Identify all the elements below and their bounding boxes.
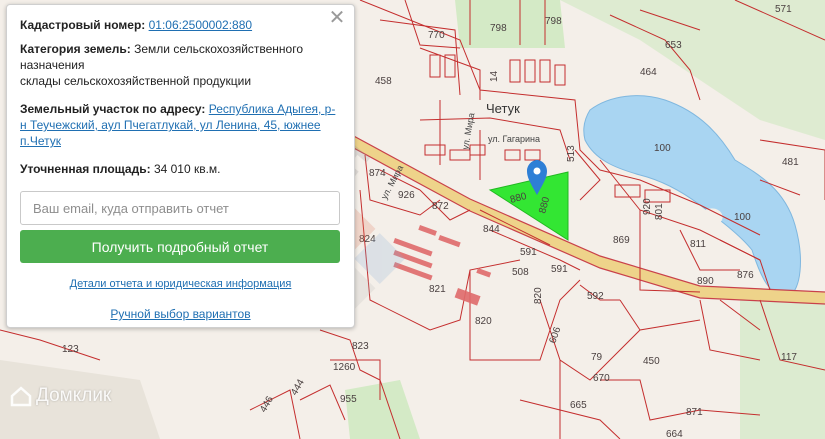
- domclick-logo: Домклик: [10, 383, 111, 409]
- parcel-number: 926: [398, 190, 415, 201]
- parcel-number: 770: [428, 30, 445, 41]
- report-details-link[interactable]: Детали отчета и юридическая информация: [7, 278, 354, 290]
- manual-selection-link[interactable]: Ручной выбор вариантов: [7, 307, 354, 321]
- email-field[interactable]: [20, 191, 340, 225]
- parcel-number: 100: [734, 212, 751, 223]
- area-value: 34 010 кв.м.: [153, 162, 221, 176]
- parcel-number: 801: [654, 203, 665, 220]
- cadastral-number-link[interactable]: 01:06:2500002:880: [149, 18, 252, 32]
- area-label: Уточненная площадь:: [20, 162, 151, 176]
- parcel-number: 871: [686, 407, 703, 418]
- parcel-number: 823: [352, 341, 369, 352]
- brand-name: Домклик: [36, 385, 112, 406]
- parcel-number: 890: [697, 276, 714, 287]
- parcel-number: 117: [781, 352, 797, 363]
- house-icon: [10, 386, 32, 407]
- category-label: Категория земель:: [20, 42, 131, 56]
- street-name: ул. Гагарина: [488, 134, 540, 144]
- parcel-number: 508: [512, 267, 529, 278]
- parcel-number: 571: [775, 4, 792, 15]
- get-report-button[interactable]: Получить подробный отчет: [20, 230, 340, 263]
- parcel-number: 450: [643, 356, 660, 367]
- address-label: Земельный участок по адресу:: [20, 102, 206, 116]
- parcel-number: 844: [483, 224, 500, 235]
- category-use: склады сельскохозяйственной продукции: [20, 74, 252, 88]
- parcel-number: 481: [782, 157, 799, 168]
- place-name: Четук: [486, 101, 520, 116]
- parcel-number: 458: [375, 76, 392, 87]
- parcel-number: 1260: [333, 362, 356, 373]
- parcel-number: 653: [665, 40, 682, 51]
- parcel-number: 14: [489, 70, 500, 82]
- parcel-number: 811: [690, 239, 706, 250]
- parcel-number: 798: [545, 16, 562, 27]
- parcel-number: 664: [666, 429, 683, 439]
- parcel-number: 79: [591, 352, 603, 363]
- parcel-number: 123: [62, 344, 79, 355]
- parcel-number: 464: [640, 67, 657, 78]
- parcel-number: 869: [613, 235, 630, 246]
- parcel-info-card: ✕ Кадастровый номер: 01:06:2500002:880 К…: [6, 4, 355, 328]
- address-row: Земельный участок по адресу: Республика …: [20, 101, 340, 149]
- area-row: Уточненная площадь: 34 010 кв.м.: [20, 161, 340, 177]
- parcel-number: 876: [737, 270, 754, 281]
- parcel-number: 665: [570, 400, 587, 411]
- category-row: Категория земель: Земли сельскохозяйстве…: [20, 41, 340, 89]
- parcel-number: 513: [566, 145, 577, 162]
- cadastral-row: Кадастровый номер: 01:06:2500002:880: [20, 17, 340, 33]
- parcel-number: 820: [475, 316, 492, 327]
- parcel-number: 920: [642, 198, 653, 215]
- parcel-number: 592: [587, 291, 604, 302]
- parcel-number: 591: [551, 264, 568, 275]
- cadastral-label: Кадастровый номер:: [20, 18, 146, 32]
- parcel-number: 955: [340, 394, 357, 405]
- parcel-number: 821: [429, 284, 446, 295]
- parcel-number: 824: [359, 234, 376, 245]
- parcel-number: 798: [490, 23, 507, 34]
- parcel-number: 670: [593, 373, 610, 384]
- parcel-number: 100: [654, 143, 671, 154]
- parcel-number: 872: [432, 201, 449, 212]
- parcel-number: 874: [369, 168, 386, 179]
- parcel-number: 591: [520, 247, 537, 258]
- parcel-number: 820: [533, 287, 544, 304]
